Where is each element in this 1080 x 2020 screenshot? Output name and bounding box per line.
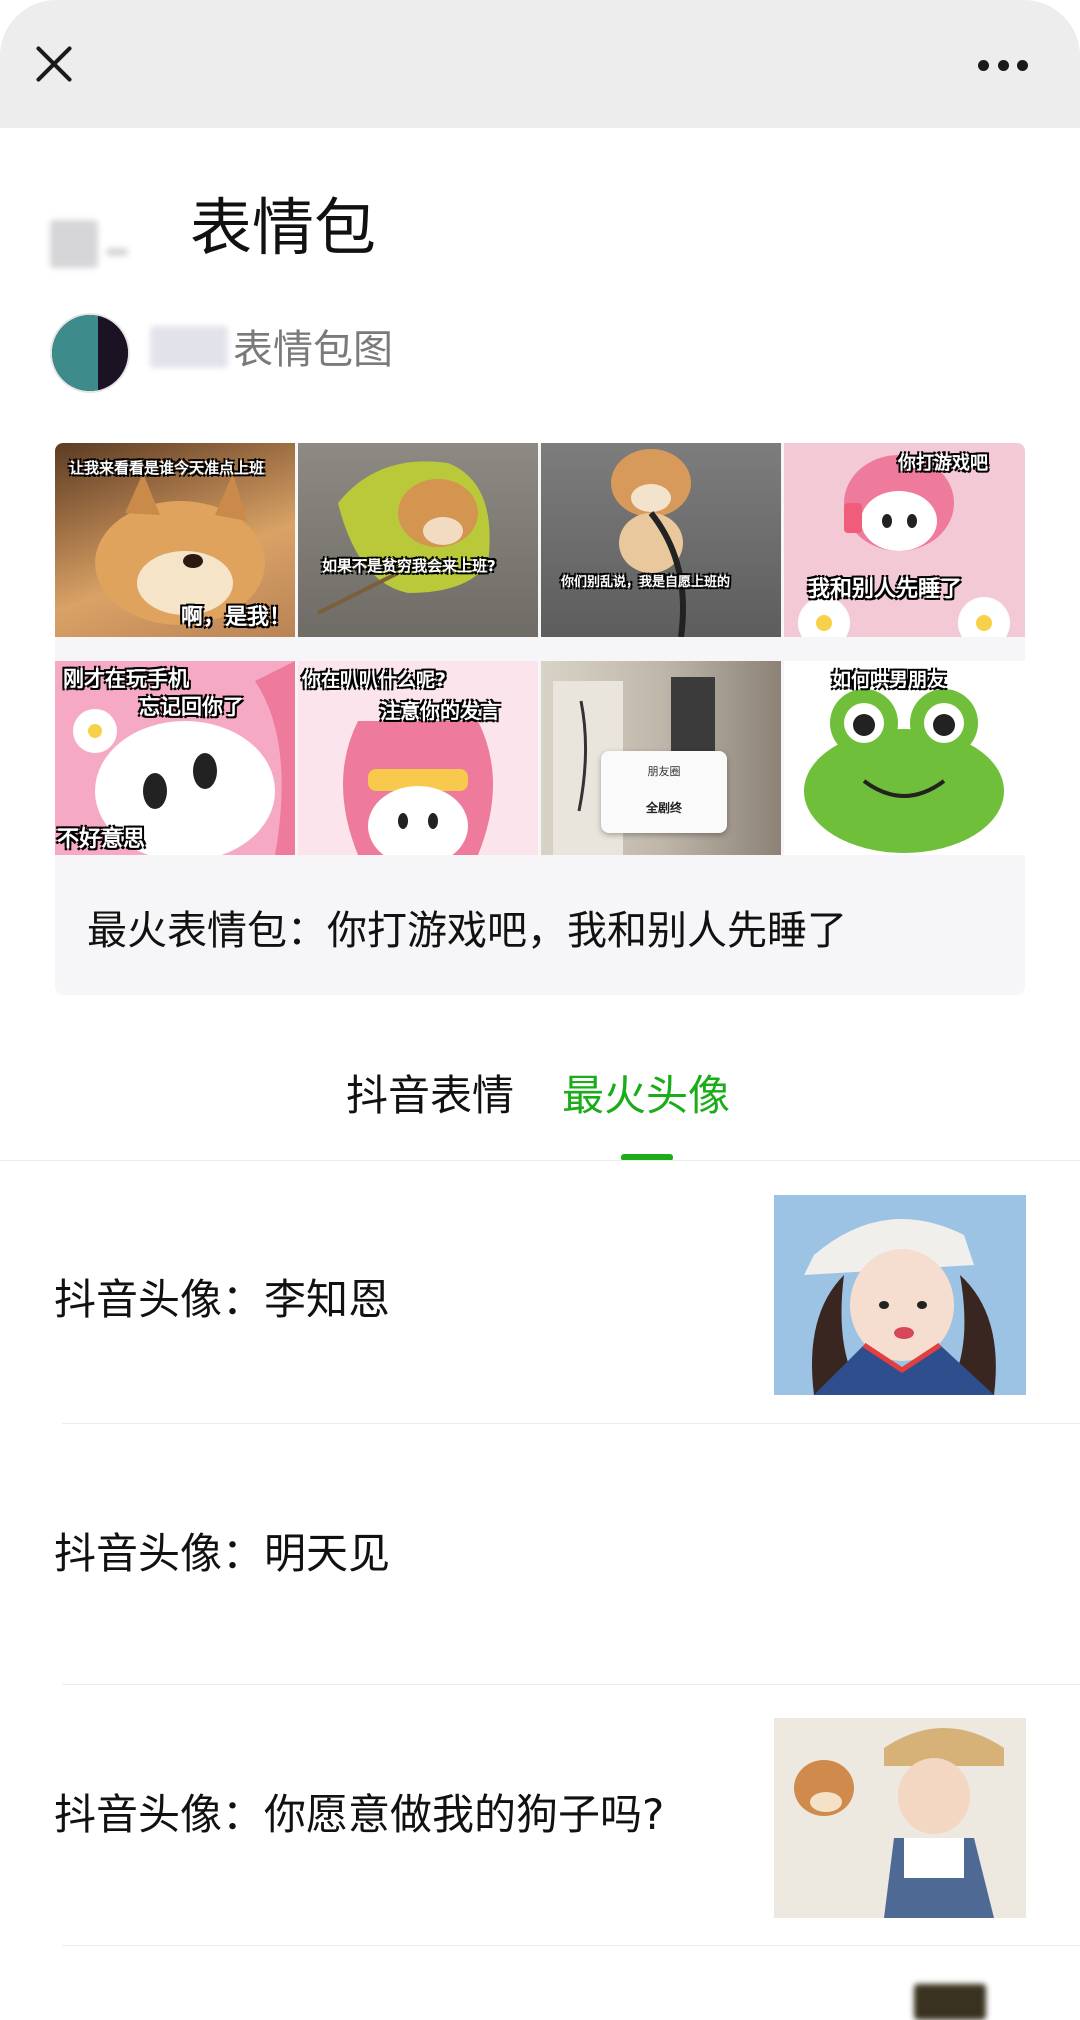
- list-item[interactable]: 抖音头像：明天见: [0, 1424, 1080, 1685]
- meme-caption: 啊，是我！: [181, 605, 292, 630]
- girl-with-dog-image: [774, 1718, 1026, 1918]
- list-item-title: 抖音头像：明天见: [54, 1529, 391, 1578]
- girl-avatar-image: [774, 1195, 1026, 1395]
- list-item-title: 抖音头像：你愿意做我的狗子吗?: [54, 1790, 665, 1839]
- meme-keroppi: 如何哄男朋友: [784, 661, 1025, 855]
- dialog-box: 朋友圈 全剧终: [601, 751, 727, 833]
- blurred-author-name: [150, 326, 228, 368]
- list-separator: [62, 1945, 1080, 1946]
- page: 表情包 表情包图 让我来看看是谁今天准点上班 啊，是我！ 如果不是贫穷我会来上班…: [0, 0, 1080, 2020]
- meme-caption: 我和别人先睡了: [808, 577, 963, 602]
- top-bar: [0, 0, 1080, 128]
- meme-caption: 如何哄男朋友: [832, 669, 947, 691]
- meme-caption: 你在叭叭什么呢?: [302, 669, 447, 691]
- tabs-divider: [0, 1160, 1080, 1161]
- meme-caption: 你打游戏吧: [898, 453, 988, 474]
- tab-douyin-emoji[interactable]: 抖音表情: [346, 1066, 514, 1126]
- tab-hot-avatars[interactable]: 最火头像: [562, 1066, 730, 1126]
- meme-melody-hiding: 刚才在玩手机 忘记回你了 不好意思: [55, 661, 295, 855]
- dialog-title: 朋友圈: [647, 765, 681, 778]
- meme-caption: 你们别乱说，我是自愿上班的: [561, 575, 731, 590]
- meme-shiba-raincoat: 如果不是贫穷我会来上班?: [298, 443, 538, 637]
- shiba-raincoat-image: [317, 461, 490, 615]
- more-icon[interactable]: [978, 58, 1028, 72]
- list-item[interactable]: 抖音头像：你愿意做我的狗子吗?: [0, 1685, 1080, 1946]
- meme-caption: 注意你的发言: [380, 699, 500, 723]
- list-item-thumbnail: [774, 1195, 1026, 1395]
- list-item-thumbnail: [774, 1718, 1026, 1918]
- meme-shiba-yawn: 让我来看看是谁今天准点上班 啊，是我！: [55, 443, 295, 637]
- author-name[interactable]: 表情包图: [233, 322, 393, 378]
- meme-shiba-leash: 你们别乱说，我是自愿上班的: [541, 443, 781, 637]
- featured-article-title: 最火表情包：你打游戏吧，我和别人先睡了: [87, 908, 847, 954]
- meme-melody-phone: 你打游戏吧 我和别人先睡了: [784, 443, 1025, 637]
- meme-melody-crown: 你在叭叭什么呢? 注意你的发言: [298, 661, 538, 855]
- meme-caption: 让我来看看是谁今天准点上班: [69, 459, 265, 477]
- meme-caption: 忘记回你了: [139, 695, 244, 719]
- blurred-account-name: [50, 220, 98, 268]
- meme-room-dialog: 朋友圈 全剧终: [541, 661, 781, 855]
- cover-image-grid: 让我来看看是谁今天准点上班 啊，是我！ 如果不是贫穷我会来上班? 你们别乱说，我…: [55, 443, 1025, 855]
- avatar[interactable]: [52, 315, 128, 391]
- list-item-title: 抖音头像：李知恩: [54, 1275, 391, 1324]
- meme-caption: 如果不是贫穷我会来上班?: [322, 557, 496, 575]
- shiba-leash-image: [611, 449, 691, 637]
- close-icon[interactable]: [34, 44, 74, 84]
- next-item-thumbnail-partial: [914, 1984, 986, 2020]
- dialog-button: 全剧终: [645, 801, 682, 815]
- blurred-account-name: [106, 248, 128, 256]
- list-item[interactable]: 抖音头像：李知恩: [0, 1170, 1080, 1431]
- featured-article-card[interactable]: 让我来看看是谁今天准点上班 啊，是我！ 如果不是贫穷我会来上班? 你们别乱说，我…: [55, 443, 1025, 995]
- meme-caption: 不好意思: [57, 827, 146, 852]
- page-title: 表情包: [190, 191, 377, 264]
- meme-caption: 刚才在玩手机: [63, 667, 189, 691]
